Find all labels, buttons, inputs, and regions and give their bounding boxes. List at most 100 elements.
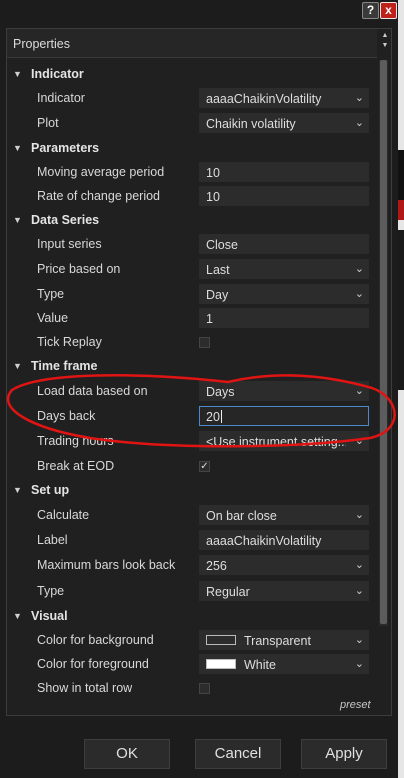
property-row-break-at-eod: Break at EOD ✓ bbox=[7, 455, 377, 479]
ok-button[interactable]: OK bbox=[84, 739, 170, 769]
collapse-arrow-icon[interactable]: ▼ bbox=[13, 69, 22, 79]
tick-replay-checkbox[interactable] bbox=[199, 337, 210, 348]
property-value: 1 bbox=[206, 312, 213, 326]
property-label: Calculate bbox=[37, 508, 90, 522]
category-label: Data Series bbox=[31, 213, 100, 227]
label-input[interactable]: aaaaChaikinVolatility bbox=[199, 530, 369, 550]
plot-dropdown[interactable]: Chaikin volatility ⌄ bbox=[199, 113, 369, 133]
property-label: Tick Replay bbox=[37, 335, 102, 349]
property-value: Day bbox=[206, 288, 229, 302]
category-time-frame[interactable]: ▼ Time frame bbox=[7, 355, 377, 379]
rate-of-change-period-input[interactable]: 10 bbox=[199, 186, 369, 206]
property-value: Days bbox=[206, 385, 235, 399]
close-icon[interactable]: x bbox=[380, 2, 397, 19]
property-row-indicator: Indicator aaaaChaikinVolatility ⌄ bbox=[7, 87, 377, 111]
category-parameters[interactable]: ▼ Parameters bbox=[7, 137, 377, 161]
property-label: Color for foreground bbox=[37, 657, 149, 671]
property-row-type: Type Regular ⌄ bbox=[7, 580, 377, 604]
property-label: Plot bbox=[37, 116, 59, 130]
input-series-input[interactable]: Close bbox=[199, 234, 369, 254]
calculate-dropdown[interactable]: On bar close ⌄ bbox=[199, 505, 369, 525]
price-based-on-dropdown[interactable]: Last ⌄ bbox=[199, 259, 369, 279]
property-value: Close bbox=[206, 238, 238, 252]
property-value: <Use instrument setting... bbox=[206, 435, 346, 449]
property-row-label: Label aaaaChaikinVolatility bbox=[7, 529, 377, 553]
show-in-total-row-checkbox[interactable] bbox=[199, 683, 210, 694]
chevron-down-icon[interactable]: ⌄ bbox=[355, 558, 364, 571]
property-row-calculate: Calculate On bar close ⌄ bbox=[7, 504, 377, 528]
scrollbar-thumb[interactable] bbox=[380, 60, 387, 624]
category-label: Parameters bbox=[31, 141, 100, 155]
property-label: Type bbox=[37, 287, 65, 301]
type-dropdown[interactable]: Regular ⌄ bbox=[199, 581, 369, 601]
property-value: Regular bbox=[206, 585, 250, 599]
property-row-tick-replay: Tick Replay bbox=[7, 331, 377, 355]
color-for-background-dropdown[interactable]: Transparent ⌄ bbox=[199, 630, 369, 650]
property-row-plot: Plot Chaikin volatility ⌄ bbox=[7, 112, 377, 136]
break-at-eod-checkbox[interactable]: ✓ bbox=[199, 461, 210, 472]
preset-link[interactable]: preset bbox=[340, 699, 371, 711]
property-value: 256 bbox=[206, 559, 227, 573]
property-value: Last bbox=[206, 263, 230, 277]
property-row-price-based-on: Price based on Last ⌄ bbox=[7, 258, 377, 282]
chevron-down-icon[interactable]: ⌄ bbox=[355, 116, 364, 129]
property-value: On bar close bbox=[206, 509, 277, 523]
property-label: Rate of change period bbox=[37, 189, 161, 203]
type-dropdown[interactable]: Day ⌄ bbox=[199, 284, 369, 304]
chevron-down-icon[interactable]: ⌄ bbox=[355, 91, 364, 104]
property-label: Break at EOD bbox=[37, 459, 115, 473]
background-window-edge bbox=[398, 0, 404, 778]
collapse-arrow-icon[interactable]: ▼ bbox=[13, 361, 22, 371]
collapse-arrow-icon[interactable]: ▼ bbox=[13, 611, 22, 621]
property-row-type: Type Day ⌄ bbox=[7, 283, 377, 307]
value-input[interactable]: 1 bbox=[199, 308, 369, 328]
property-value: Chaikin volatility bbox=[206, 117, 296, 131]
collapse-arrow-icon[interactable]: ▼ bbox=[13, 485, 22, 495]
property-label: Price based on bbox=[37, 262, 121, 276]
panel-title: Properties bbox=[13, 37, 70, 51]
property-row-color-for-foreground: Color for foreground White ⌄ bbox=[7, 653, 377, 677]
property-row-input-series: Input series Close bbox=[7, 233, 377, 257]
category-visual[interactable]: ▼ Visual bbox=[7, 605, 377, 629]
color-swatch bbox=[206, 659, 236, 669]
property-label: Load data based on bbox=[37, 384, 148, 398]
property-label: Label bbox=[37, 533, 68, 547]
help-icon[interactable]: ? bbox=[362, 2, 379, 19]
trading-hours-dropdown[interactable]: <Use instrument setting... ⌄ bbox=[199, 431, 369, 451]
chevron-down-icon[interactable]: ⌄ bbox=[355, 584, 364, 597]
property-label: Input series bbox=[37, 237, 102, 251]
color-for-foreground-dropdown[interactable]: White ⌄ bbox=[199, 654, 369, 674]
load-data-based-on-dropdown[interactable]: Days ⌄ bbox=[199, 381, 369, 401]
days-back-input[interactable]: 20 bbox=[199, 406, 369, 426]
chevron-down-icon[interactable]: ⌄ bbox=[355, 633, 364, 646]
property-label: Show in total row bbox=[37, 681, 133, 695]
property-row-moving-average-period: Moving average period 10 bbox=[7, 161, 377, 185]
collapse-arrow-icon[interactable]: ▼ bbox=[13, 143, 22, 153]
property-label: Maximum bars look back bbox=[37, 558, 176, 572]
cancel-button[interactable]: Cancel bbox=[195, 739, 281, 769]
moving-average-period-input[interactable]: 10 bbox=[199, 162, 369, 182]
property-label: Days back bbox=[37, 409, 96, 423]
property-value: aaaaChaikinVolatility bbox=[206, 534, 322, 548]
chevron-down-icon[interactable]: ⌄ bbox=[355, 287, 364, 300]
property-value: 20 bbox=[206, 410, 222, 424]
property-row-value: Value 1 bbox=[7, 307, 377, 331]
header-scroll-arrows-icon[interactable]: ▲ ▼ bbox=[381, 31, 389, 55]
category-set-up[interactable]: ▼ Set up bbox=[7, 479, 377, 503]
property-row-trading-hours: Trading hours <Use instrument setting... ⌄ bbox=[7, 430, 377, 454]
maximum-bars-look-back-dropdown[interactable]: 256 ⌄ bbox=[199, 555, 369, 575]
title-bar bbox=[0, 0, 398, 22]
chevron-down-icon[interactable]: ⌄ bbox=[355, 434, 364, 447]
indicator-dropdown[interactable]: aaaaChaikinVolatility ⌄ bbox=[199, 88, 369, 108]
chevron-down-icon[interactable]: ⌄ bbox=[355, 384, 364, 397]
chevron-down-icon[interactable]: ⌄ bbox=[355, 508, 364, 521]
collapse-arrow-icon[interactable]: ▼ bbox=[13, 215, 22, 225]
chevron-down-icon[interactable]: ⌄ bbox=[355, 657, 364, 670]
property-row-rate-of-change-period: Rate of change period 10 bbox=[7, 185, 377, 209]
category-data-series[interactable]: ▼ Data Series bbox=[7, 209, 377, 233]
category-label: Visual bbox=[31, 609, 68, 623]
chevron-down-icon[interactable]: ⌄ bbox=[355, 262, 364, 275]
apply-button[interactable]: Apply bbox=[301, 739, 387, 769]
property-label: Value bbox=[37, 311, 69, 325]
category-indicator[interactable]: ▼ Indicator bbox=[7, 63, 377, 87]
